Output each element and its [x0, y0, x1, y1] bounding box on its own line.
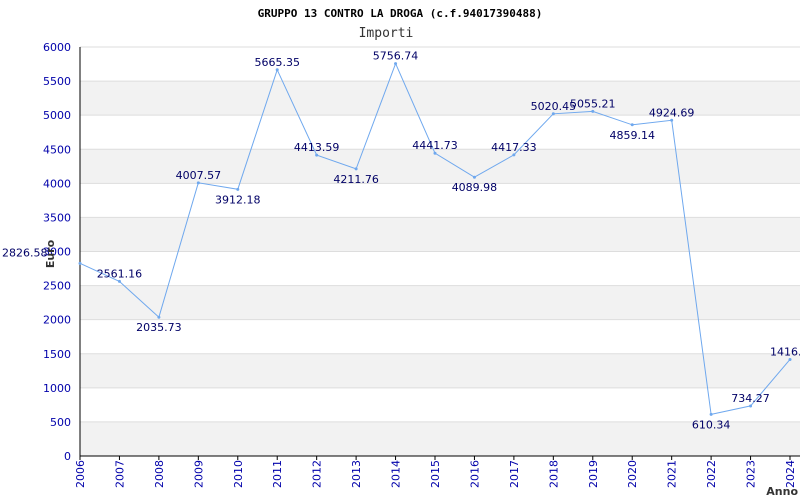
data-point: [709, 412, 713, 416]
grid-band: [80, 353, 800, 388]
data-label: 4007.57: [176, 169, 222, 182]
x-tick-label: 2022: [705, 460, 718, 488]
y-axis-label: Euro: [44, 239, 57, 268]
data-label: 3912.18: [215, 193, 261, 206]
chart-container: 0 500 1000 1500 2000 2500 3000 3500 4000 4500 5000…: [0, 0, 800, 500]
y-tick-label: 4500: [43, 143, 71, 156]
y-tick-label: 500: [50, 416, 71, 429]
data-point: [354, 167, 358, 171]
data-point: [78, 261, 82, 265]
y-tick-label: 2000: [43, 314, 71, 327]
data-label: 5055.21: [570, 97, 616, 110]
x-axis-label: Anno: [766, 485, 798, 498]
x-tick-label: 2023: [745, 460, 758, 488]
x-tick-label: 2008: [153, 460, 166, 488]
x-tick-label: 2011: [271, 460, 284, 488]
x-tick-label: 2010: [232, 460, 245, 488]
y-tick-label: 1500: [43, 348, 71, 361]
data-label: 734.27: [731, 392, 770, 405]
line-chart: 0500100015002000250030003500400045005000…: [2, 7, 800, 498]
data-label: 4441.73: [412, 139, 458, 152]
data-point: [472, 175, 476, 179]
grid-band: [80, 285, 800, 320]
x-tick-label: 2024: [784, 460, 797, 488]
data-label: 4859.14: [609, 129, 655, 142]
y-tick-label: 0: [64, 450, 71, 463]
data-label: 2561.16: [97, 267, 143, 280]
chart-title: GRUPPO 13 CONTRO LA DROGA (c.f.940173904…: [258, 7, 543, 20]
x-tick-label: 2006: [74, 460, 87, 488]
x-tick-label: 2013: [350, 460, 363, 488]
data-label: 2826.58: [2, 246, 48, 259]
grid-band: [80, 217, 800, 252]
data-point: [157, 315, 161, 319]
data-label: 4211.76: [333, 173, 379, 186]
y-tick-label: 2500: [43, 280, 71, 293]
x-tick-label: 2016: [468, 460, 481, 488]
x-tick-label: 2017: [508, 460, 521, 488]
data-point: [236, 187, 240, 191]
y-tick-label: 4000: [43, 177, 71, 190]
y-tick-label: 6000: [43, 41, 71, 54]
chart-subtitle: Importi: [359, 26, 414, 41]
x-tick-label: 2007: [113, 460, 126, 488]
x-tick-labels: 2006 2007 2008 2009 2010 2011 2012 2013 2014 2015…: [74, 460, 797, 488]
x-tick-label: 2018: [547, 460, 560, 488]
data-label: 610.34: [692, 418, 731, 431]
x-tick-label: 2012: [311, 460, 324, 488]
y-tick-label: 3500: [43, 211, 71, 224]
x-tick-label: 2015: [429, 460, 442, 488]
x-tick-label: 2014: [390, 460, 403, 488]
data-point: [630, 123, 634, 127]
x-tick-label: 2009: [192, 460, 205, 488]
x-tick-label: 2019: [587, 460, 600, 488]
x-tick-label: 2021: [666, 460, 679, 488]
data-label: 4417.33: [491, 141, 537, 154]
data-label: 5665.35: [254, 56, 300, 69]
data-label: 1416.4: [770, 345, 800, 358]
data-label: 2035.73: [136, 321, 182, 334]
data-label: 4924.69: [649, 106, 695, 119]
x-tick-label: 2020: [626, 460, 639, 488]
data-label: 4413.59: [294, 141, 340, 154]
y-tick-label: 5000: [43, 109, 71, 122]
y-tick-label: 5500: [43, 75, 71, 88]
data-label: 5756.74: [373, 50, 419, 63]
data-label: 4089.98: [452, 181, 498, 194]
y-tick-label: 1000: [43, 382, 71, 395]
